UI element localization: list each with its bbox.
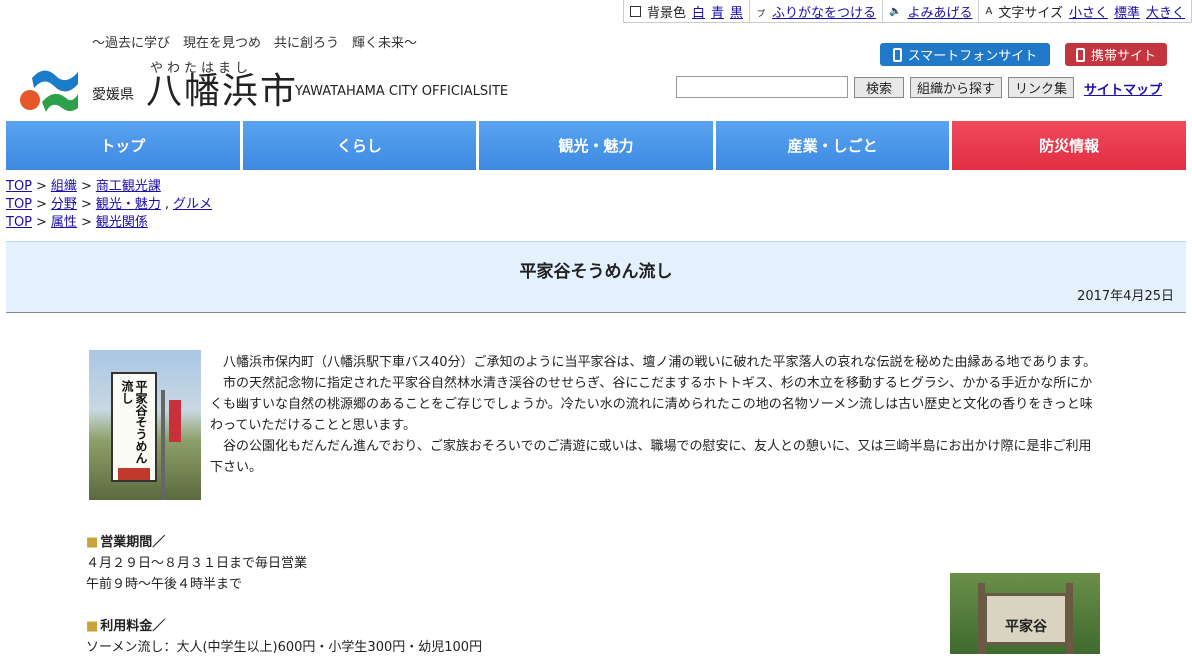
furigana-group: ㇷ゚ ふりがなをつける (750, 0, 884, 22)
fontsize-label: 文字サイズ (998, 5, 1063, 21)
mobile-label: 携帯サイト (1090, 49, 1156, 64)
furigana-link[interactable]: ふりがなをつける (772, 2, 876, 21)
bg-white-link[interactable]: 白 (692, 2, 705, 21)
fee-section: ■ 利用料金／ ソーメン流し：大人(中学生以上)600円・小学生300円・幼児10… (86, 616, 482, 658)
search-input[interactable] (676, 76, 848, 98)
breadcrumb: TOP > 組織 > 商工観光課 TOP > 分野 > 観光・魅力, グルメ TOP > 属性 > 観光関… (6, 178, 212, 232)
main-nav: トップ くらし 観光・魅力 産業・しごと 防災情報 (6, 121, 1186, 170)
breadcrumb-link[interactable]: 組織 (51, 179, 77, 194)
hours-line: ４月２９日〜８月３１日まで毎日営業 (86, 556, 308, 571)
background-color-group: 背景色 白 青 黒 (624, 0, 750, 22)
readaloud-link[interactable]: よみあげる (907, 2, 972, 21)
org-search-button[interactable]: 組織から探す (910, 77, 1002, 98)
font-small-link[interactable]: 小さく (1069, 2, 1108, 21)
square-bullet-icon: ■ (86, 619, 99, 634)
sign-text: 平家谷そうめん流し (120, 380, 148, 464)
board-text: 平家谷 (1005, 619, 1047, 635)
nav-disaster[interactable]: 防災情報 (952, 121, 1186, 170)
sign-red-band (118, 468, 150, 480)
breadcrumb-line: TOP > 属性 > 観光関係 (6, 215, 148, 230)
signboard-photo: 平家谷そうめん流し (89, 350, 201, 500)
breadcrumb-link[interactable]: 分野 (51, 197, 77, 212)
links-button[interactable]: リンク集 (1008, 77, 1074, 98)
square-bullet-icon: ■ (86, 535, 99, 550)
article-body: 八幡浜市保内町（八幡浜駅下車バス40分）ご承知のように当平家谷は、壇ノ浦の戦いに… (210, 352, 1098, 478)
breadcrumb-link[interactable]: TOP (6, 179, 32, 194)
readaloud-group: 🔈 よみあげる (883, 0, 980, 22)
article-paragraph: 八幡浜市保内町（八幡浜駅下車バス40分）ご承知のように当平家谷は、壇ノ浦の戦いに… (223, 355, 1097, 370)
fee-heading: ■ 利用料金／ (86, 616, 482, 637)
breadcrumb-link[interactable]: 観光・魅力 (96, 197, 161, 212)
breadcrumb-link[interactable]: 商工観光課 (96, 179, 161, 194)
photo-banner (169, 400, 181, 442)
fee-heading-text: 利用料金／ (100, 619, 166, 634)
title-bar: 平家谷そうめん流し 2017年4月25日 (6, 241, 1186, 313)
mobile-phone-icon (1075, 47, 1085, 62)
smartphone-label: スマートフォンサイト (907, 49, 1038, 64)
breadcrumb-link[interactable]: グルメ (173, 197, 212, 212)
nav-top[interactable]: トップ (6, 121, 240, 170)
hours-heading: ■ 営業期間／ (86, 532, 307, 553)
article-paragraph: 市の天然記念物に指定された平家谷自然林水清き渓谷のせせらぎ、谷にこだまするホトト… (210, 376, 1093, 433)
nav-living[interactable]: くらし (242, 121, 477, 170)
hours-section: ■ 営業期間／ ４月２９日〜８月３１日まで毎日営業 午前９時〜午後４時半まで (86, 532, 307, 595)
breadcrumb-link[interactable]: 属性 (51, 215, 77, 230)
utility-bar: 背景色 白 青 黒 ㇷ゚ ふりがなをつける 🔈 よみあげる A 文字サイズ 小さ… (622, 0, 1192, 23)
fontsize-icon: A (985, 5, 993, 17)
sitemap-link[interactable]: サイトマップ (1084, 79, 1162, 98)
hours-heading-text: 営業期間／ (100, 535, 166, 550)
smartphone-site-button[interactable]: スマートフォンサイト (880, 43, 1050, 66)
site-header: 〜過去に学び 現在を見つめ 共に創ろう 輝く未来〜 愛媛県 やわたはまし 八幡浜… (0, 24, 1192, 120)
font-large-link[interactable]: 大きく (1146, 2, 1185, 21)
breadcrumb-link[interactable]: TOP (6, 197, 32, 212)
entrance-photo: 平家谷 (950, 573, 1100, 654)
page-title: 平家谷そうめん流し (519, 262, 673, 282)
city-name[interactable]: 八幡浜市 (146, 70, 298, 114)
furigana-icon: ㇷ゚ (756, 7, 766, 19)
city-logo-icon[interactable] (18, 58, 80, 114)
fontsize-group: A 文字サイズ 小さく 標準 大きく (979, 0, 1192, 22)
prefecture-name: 愛媛県 (92, 87, 134, 103)
nav-tourism[interactable]: 観光・魅力 (479, 121, 713, 170)
official-site-label: YAWATAHAMA CITY OFFICIALSITE (295, 84, 509, 99)
hours-line: 午前９時〜午後４時半まで (86, 577, 243, 592)
fee-line: ソーメン流し：大人(中学生以上)600円・小学生300円・幼児100円 (86, 640, 483, 655)
photo-sign: 平家谷そうめん流し (111, 372, 157, 482)
publish-date: 2017年4月25日 (1077, 289, 1174, 304)
bg-black-link[interactable]: 黒 (730, 2, 743, 21)
breadcrumb-line: TOP > 組織 > 商工観光課 (6, 179, 161, 194)
entrance-board: 平家谷 (984, 593, 1068, 645)
breadcrumb-link[interactable]: TOP (6, 215, 32, 230)
tagline: 〜過去に学び 現在を見つめ 共に創ろう 輝く未来〜 (92, 36, 418, 51)
breadcrumb-line: TOP > 分野 > 観光・魅力, グルメ (6, 197, 213, 212)
background-icon (629, 5, 641, 17)
mobile-site-button[interactable]: 携帯サイト (1065, 43, 1167, 66)
nav-industry[interactable]: 産業・しごと (715, 121, 950, 170)
bg-blue-link[interactable]: 青 (711, 2, 724, 21)
article-paragraph: 谷の公園化もだんだん進んでおり、ご家族おそろいでのご清遊に或いは、職場での慰安に… (210, 439, 1092, 475)
search-button[interactable]: 検索 (854, 77, 904, 98)
speaker-icon: 🔈 (889, 5, 902, 17)
photo-pole (161, 390, 165, 500)
font-normal-link[interactable]: 標準 (1114, 2, 1140, 21)
smartphone-icon (892, 47, 902, 62)
background-label: 背景色 (646, 5, 686, 21)
breadcrumb-link[interactable]: 観光関係 (96, 215, 148, 230)
